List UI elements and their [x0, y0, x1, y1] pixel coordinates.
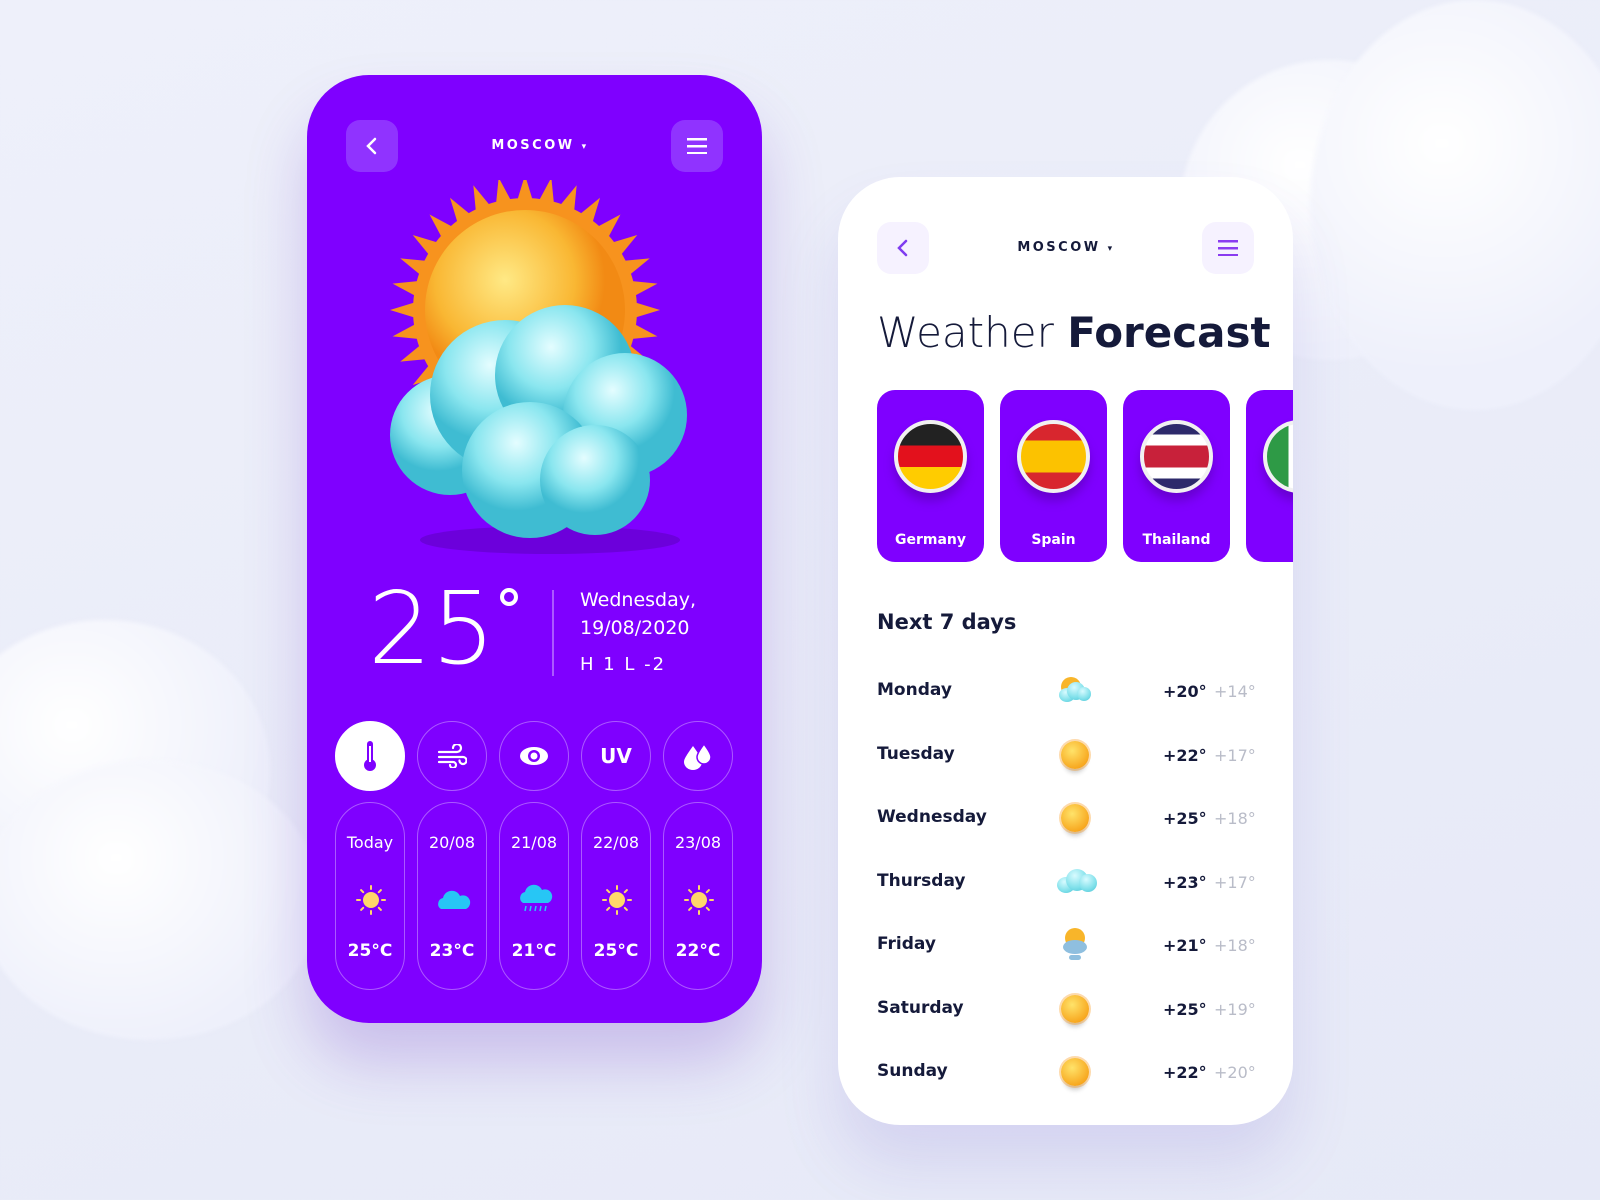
section-title: Next 7 days	[877, 610, 1017, 634]
forecast-row[interactable]: Saturday +25° +19°	[877, 990, 1257, 1030]
current-date: Wednesday, 19/08/2020	[580, 589, 697, 639]
metric-wind-button[interactable]	[417, 721, 487, 791]
chevron-down-icon: ▾	[581, 142, 589, 152]
spain-flag-icon	[1017, 420, 1090, 493]
metric-temperature-button[interactable]	[335, 721, 405, 791]
forecast-row[interactable]: Tuesday +22° +17°	[877, 736, 1257, 776]
high-low: H 1 L -2	[580, 654, 667, 675]
italy-flag-icon	[1263, 420, 1293, 493]
menu-button[interactable]	[671, 120, 723, 172]
chevron-left-icon	[897, 239, 908, 257]
high-temp: +25°	[1163, 999, 1207, 1019]
day-temp: 25°C	[593, 941, 639, 961]
cloud-icon	[1057, 865, 1097, 897]
page-title: Weather Forecast	[877, 308, 1271, 357]
country-card-thailand[interactable]: Thailand	[1123, 390, 1230, 562]
divider	[552, 590, 554, 676]
background-cloud	[0, 760, 320, 1040]
day-label: 20/08	[428, 833, 476, 852]
partly-cloudy-icon	[1057, 674, 1093, 706]
forecast-row[interactable]: Friday +21° +18°	[877, 926, 1257, 966]
low-temp: +14°	[1214, 682, 1256, 701]
metric-visibility-button[interactable]	[499, 721, 569, 791]
wind-icon	[437, 744, 467, 768]
day-label: 22/08	[592, 833, 640, 852]
forecast-row[interactable]: Sunday +22° +20°	[877, 1053, 1257, 1093]
day-forecast-card[interactable]: 20/08 23°C	[417, 802, 487, 990]
sun-icon	[1061, 804, 1089, 832]
thermometer-icon	[364, 741, 376, 771]
degree-symbol	[500, 588, 518, 606]
metric-humidity-button[interactable]	[663, 721, 733, 791]
low-temp: +17°	[1214, 745, 1256, 765]
sun-icon	[1061, 1058, 1089, 1086]
chevron-down-icon: ▾	[1107, 244, 1115, 254]
humidity-drops-icon	[684, 742, 712, 770]
country-carousel[interactable]: Germany Spain Thailand It	[838, 380, 1293, 580]
rain-icon	[520, 884, 553, 912]
day-forecast-card[interactable]: 22/08 25°C	[581, 802, 651, 990]
metric-uv-button[interactable]: UV	[581, 721, 651, 791]
forecast-row[interactable]: Thursday +23° +17°	[877, 863, 1257, 903]
day-name: Thursday	[877, 870, 966, 891]
country-card-germany[interactable]: Germany	[877, 390, 984, 562]
city-selector[interactable]: MOSCOW ▾	[460, 138, 620, 153]
country-card-spain[interactable]: Spain	[1000, 390, 1107, 562]
back-button[interactable]	[346, 120, 398, 172]
sun-icon	[1061, 994, 1089, 1023]
day-temp: 22°C	[675, 941, 721, 961]
current-temperature: 25	[368, 570, 496, 687]
day-temp: 23°C	[429, 941, 475, 961]
high-temp: +22°	[1163, 1063, 1207, 1082]
low-temp: +17°	[1214, 872, 1256, 892]
high-temp: +25°	[1163, 809, 1207, 828]
high-temp: +23°	[1163, 872, 1207, 892]
hamburger-icon	[1218, 240, 1238, 256]
day-name: Friday	[877, 934, 936, 954]
day-forecast-card[interactable]: 21/08 21°C	[499, 802, 569, 990]
day-label: 23/08	[674, 833, 722, 852]
day-forecast-card[interactable]: 23/08 22°C	[663, 802, 733, 990]
sun-icon	[602, 885, 632, 915]
forecast-row[interactable]: Wednesday +25° +18°	[877, 799, 1257, 839]
eye-icon	[520, 747, 548, 765]
high-temp: +22°	[1163, 745, 1207, 765]
high-temp: +21°	[1163, 936, 1207, 955]
day-name: Tuesday	[877, 743, 955, 764]
city-selector[interactable]: MOSCOW ▾	[986, 240, 1146, 255]
day-label: Today	[346, 833, 394, 852]
chevron-left-icon	[366, 137, 377, 155]
day-temp: 25°C	[347, 941, 393, 961]
day-name: Wednesday	[877, 807, 987, 827]
day-name: Saturday	[877, 997, 964, 1018]
menu-button[interactable]	[1202, 222, 1254, 274]
back-button[interactable]	[877, 222, 929, 274]
sun-rain-icon	[1057, 928, 1093, 962]
day-forecast-card[interactable]: Today 25°C	[335, 802, 405, 990]
low-temp: +18°	[1214, 936, 1256, 955]
sun-behind-cloud-illustration	[390, 180, 687, 554]
forecast-row[interactable]: Monday +20° +14°	[877, 672, 1257, 712]
day-temp: 21°C	[511, 941, 557, 961]
country-card-italy[interactable]: It	[1246, 390, 1293, 562]
day-label: 21/08	[510, 833, 558, 852]
cloud-icon	[438, 890, 471, 909]
high-temp: +20°	[1163, 682, 1207, 701]
low-temp: +19°	[1214, 999, 1256, 1019]
sun-icon	[684, 885, 714, 915]
uv-icon: UV	[600, 744, 632, 768]
germany-flag-icon	[894, 420, 967, 493]
thailand-flag-icon	[1140, 420, 1213, 493]
sun-icon	[356, 885, 386, 915]
low-temp: +20°	[1214, 1063, 1256, 1082]
day-name: Sunday	[877, 1061, 948, 1081]
sun-icon	[1061, 740, 1089, 769]
day-name: Monday	[877, 680, 952, 700]
low-temp: +18°	[1214, 809, 1256, 828]
hamburger-icon	[687, 138, 707, 154]
